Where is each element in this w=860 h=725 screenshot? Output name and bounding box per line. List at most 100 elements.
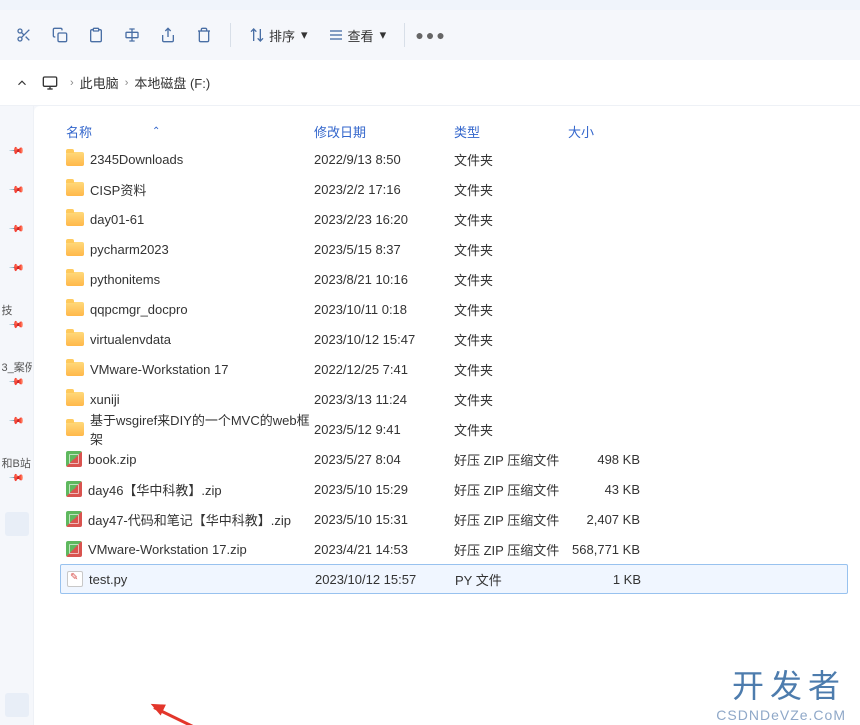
file-size: 498 KB [568,452,648,467]
sidebar-item[interactable]: 技📌 [0,302,34,331]
share-icon[interactable] [152,19,184,51]
column-date[interactable]: 修改日期 [314,122,454,141]
pin-icon: 📌 [8,260,25,277]
column-name-label: 名称 [66,122,92,141]
file-size: 1 KB [569,572,649,587]
sidebar-item[interactable]: 3_案例📌 [0,359,34,388]
file-name: book.zip [88,452,136,467]
file-name: xuniji [90,392,120,407]
file-date: 2023/10/12 15:57 [315,572,455,587]
file-row[interactable]: test.py2023/10/12 15:57PY 文件1 KB [60,564,848,594]
sidebar-pin[interactable]: 📌 [0,185,34,196]
column-type[interactable]: 类型 [454,122,568,141]
file-type: 文件夹 [454,420,568,439]
file-type: 文件夹 [454,240,568,259]
computer-icon[interactable] [36,69,64,97]
sidebar-item[interactable]: 和B站📌 [0,455,34,484]
more-icon[interactable]: ●●● [415,19,447,51]
column-size[interactable]: 大小 [568,122,648,141]
breadcrumb-sep: › [125,77,129,89]
file-type: 文件夹 [454,390,568,409]
zip-icon [66,511,82,527]
file-name-cell: day01-61 [60,212,314,227]
file-date: 2022/12/25 7:41 [314,362,454,377]
file-date: 2023/5/15 8:37 [314,242,454,257]
sidebar-thumb[interactable] [5,693,29,717]
file-name: 基于wsgiref来DIY的一个MVC的web框架 [90,410,314,448]
sidebar-pin[interactable]: 📌 [0,146,34,157]
file-row[interactable]: day46【华中科教】.zip2023/5/10 15:29好压 ZIP 压缩文… [60,474,848,504]
folder-icon [66,302,84,316]
py-icon [67,571,83,587]
file-name-cell: pythonitems [60,272,314,287]
file-date: 2023/10/11 0:18 [314,302,454,317]
cut-icon[interactable] [8,19,40,51]
file-date: 2023/5/27 8:04 [314,452,454,467]
tab-bar [0,0,860,10]
sidebar-pin[interactable]: 📌 [0,263,34,274]
sidebar-pin[interactable]: 📌 [0,224,34,235]
file-name-cell: xuniji [60,392,314,407]
sidebar-pin[interactable]: 📌 [0,416,34,427]
sort-button[interactable]: 排序 ▾ [241,19,316,51]
breadcrumb-item[interactable]: 此电脑 [80,73,119,92]
file-name-cell: CISP资料 [60,180,314,199]
sidebar: 📌 📌 📌 📌 技📌 3_案例📌 📌 和B站📌 [0,106,34,725]
delete-icon[interactable] [188,19,220,51]
file-type: 文件夹 [454,210,568,229]
file-name: day47-代码和笔记【华中科教】.zip [88,510,291,529]
file-row[interactable]: VMware-Workstation 17.zip2023/4/21 14:53… [60,534,848,564]
main: 📌 📌 📌 📌 技📌 3_案例📌 📌 和B站📌 名称 ⌃ 修改日期 类型 大小 … [0,106,860,725]
file-name: CISP资料 [90,180,146,199]
file-row[interactable]: virtualenvdata2023/10/12 15:47文件夹 [60,324,848,354]
file-name: virtualenvdata [90,332,171,347]
file-row[interactable]: book.zip2023/5/27 8:04好压 ZIP 压缩文件498 KB [60,444,848,474]
file-date: 2023/5/12 9:41 [314,422,454,437]
file-type: 好压 ZIP 压缩文件 [454,510,568,529]
file-row[interactable]: CISP资料2023/2/2 17:16文件夹 [60,174,848,204]
file-date: 2023/2/2 17:16 [314,182,454,197]
file-name: pycharm2023 [90,242,169,257]
file-date: 2023/5/10 15:31 [314,512,454,527]
watermark: 开发者 [732,661,846,707]
pin-icon: 📌 [8,413,25,430]
sidebar-thumb[interactable] [0,512,34,536]
file-name-cell: 2345Downloads [60,152,314,167]
up-icon[interactable] [8,69,36,97]
file-date: 2023/2/23 16:20 [314,212,454,227]
file-date: 2023/3/13 11:24 [314,392,454,407]
file-row[interactable]: qqpcmgr_docpro2023/10/11 0:18文件夹 [60,294,848,324]
file-name-cell: 基于wsgiref来DIY的一个MVC的web框架 [60,410,314,448]
zip-icon [66,541,82,557]
file-date: 2023/5/10 15:29 [314,482,454,497]
file-row[interactable]: 2345Downloads2022/9/13 8:50文件夹 [60,144,848,174]
file-name-cell: qqpcmgr_docpro [60,302,314,317]
copy-icon[interactable] [44,19,76,51]
folder-icon [66,392,84,406]
pin-icon: 📌 [8,374,25,391]
rename-icon[interactable] [116,19,148,51]
file-row[interactable]: day47-代码和笔记【华中科教】.zip 2023/5/10 15:31好压 Z… [60,504,848,534]
file-row[interactable]: pycharm2023 2023/5/15 8:37文件夹 [60,234,848,264]
paste-icon[interactable] [80,19,112,51]
pin-icon: 📌 [8,182,25,199]
file-type: 好压 ZIP 压缩文件 [454,480,568,499]
breadcrumb: › 此电脑 › 本地磁盘 (F:) [0,60,860,106]
view-button[interactable]: 查看 ▾ [320,19,395,51]
file-row[interactable]: 基于wsgiref来DIY的一个MVC的web框架2023/5/12 9:41文… [60,414,848,444]
file-name-cell: pycharm2023 [60,242,314,257]
file-row[interactable]: day01-612023/2/23 16:20文件夹 [60,204,848,234]
file-name: VMware-Workstation 17.zip [88,542,247,557]
file-type: 好压 ZIP 压缩文件 [454,540,568,559]
file-name-cell: day46【华中科教】.zip [60,480,314,499]
annotation-arrow [153,706,388,725]
column-name[interactable]: 名称 ⌃ [60,122,314,141]
breadcrumb-item[interactable]: 本地磁盘 (F:) [134,73,210,92]
file-type: 文件夹 [454,330,568,349]
folder-icon [66,422,84,436]
folder-icon [66,272,84,286]
file-name-cell: test.py [61,571,315,587]
folder-icon [66,242,84,256]
file-row[interactable]: VMware-Workstation 172022/12/25 7:41文件夹 [60,354,848,384]
file-row[interactable]: pythonitems2023/8/21 10:16文件夹 [60,264,848,294]
